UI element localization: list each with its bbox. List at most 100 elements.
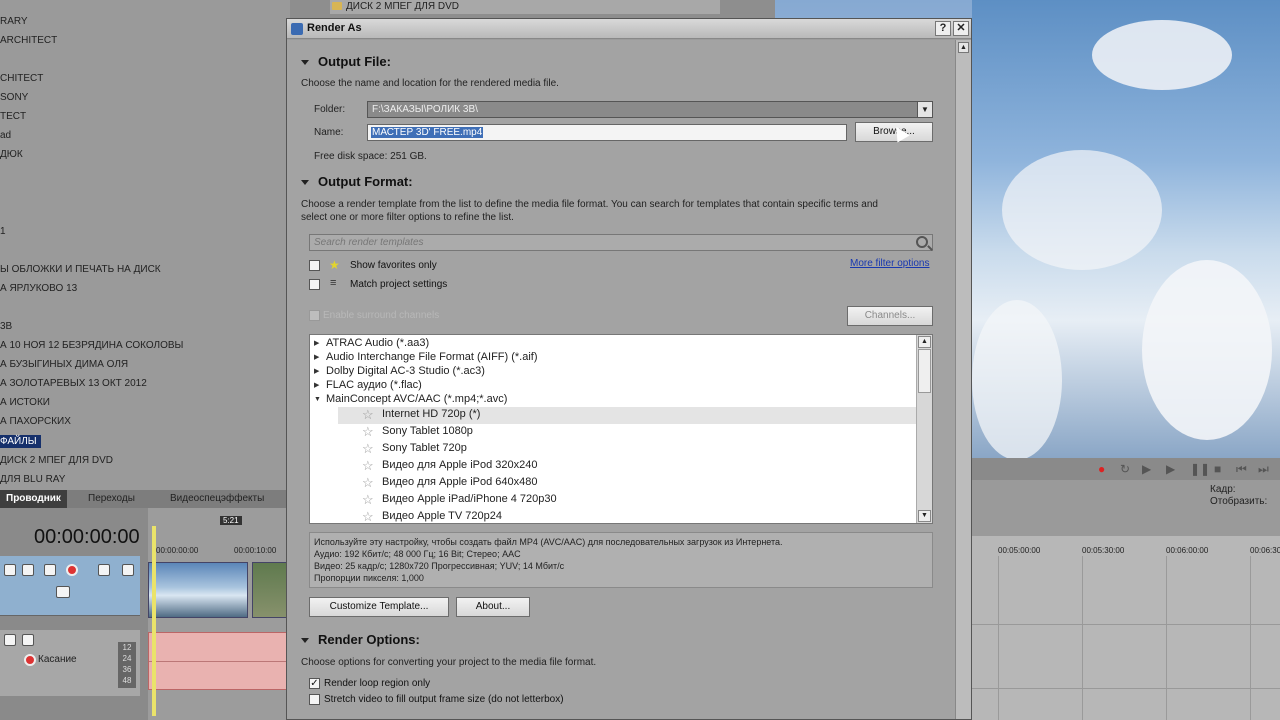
output-format-heading[interactable]: Output Format: [301,174,413,189]
explorer-item[interactable]: 3В [0,321,12,332]
show-favorites-checkbox[interactable] [309,260,320,271]
favorite-star-icon[interactable]: ☆ [362,424,374,439]
more-filter-options-link[interactable]: More filter options [850,258,929,269]
render-options-heading[interactable]: Render Options: [301,632,420,647]
tab-video-fx[interactable]: Видеоспецэффекты [170,493,264,504]
explorer-item[interactable]: ДЮК [0,149,23,160]
template-tree[interactable]: ▲ ▼ ▶ ATRAC Audio (*.aa3) ▶ Audio Interchan… [309,334,933,524]
template-label: Видео для Apple iPod 320x240 [382,459,538,471]
collapse-icon[interactable] [301,60,309,66]
chevron-right-icon[interactable]: ▶ [314,336,319,351]
surround-checkbox[interactable] [309,310,320,321]
template-label: Sony Tablet 720p [382,442,467,454]
scroll-thumb[interactable] [918,349,931,393]
favorite-star-icon[interactable]: ☆ [362,441,374,456]
dialog-titlebar[interactable]: Render As ? ✕ [287,19,971,39]
loop-region-checkbox[interactable]: ✓ [309,678,320,689]
explorer-item[interactable]: Ы ОБЛОЖКИ И ПЕЧАТЬ НА ДИСК [0,264,161,275]
customize-template-button[interactable]: Customize Template... [309,597,449,617]
favorite-star-icon[interactable]: ☆ [362,458,374,473]
dialog-scrollbar[interactable]: ▲ [955,40,971,719]
next-frame-icon[interactable]: ⏭ [1258,463,1270,475]
chevron-down-icon[interactable]: ▼ [314,392,321,407]
render-options-desc: Choose options for converting your proje… [301,657,597,668]
template-row[interactable]: ☆ Видео для Apple iPod 320x240 [310,458,916,475]
favorite-star-icon[interactable]: ☆ [362,509,374,523]
about-button[interactable]: About... [456,597,530,617]
explorer-item[interactable]: CHITECT [0,73,43,84]
favorite-star-icon[interactable]: ☆ [362,492,374,507]
playhead[interactable] [152,526,156,716]
loop-icon[interactable]: ↻ [1120,463,1132,475]
template-row[interactable]: ☆ Sony Tablet 720p [310,441,916,458]
track-button[interactable] [4,634,16,646]
channels-button[interactable]: Channels... [847,306,933,326]
folder-combo[interactable]: F:\ЗАКАЗЫ\РОЛИК 3В\ ▼ [367,101,933,118]
chevron-right-icon[interactable]: ▶ [314,364,319,379]
mute-icon[interactable] [98,564,110,576]
collapse-icon[interactable] [301,638,309,644]
chevron-right-icon[interactable]: ▶ [314,350,319,365]
template-row[interactable]: ☆ Видео Apple TV 720p24 [310,509,916,523]
template-row[interactable]: ☆ Sony Tablet 1080p [310,424,916,441]
play-icon[interactable]: ▶ [1166,463,1178,475]
explorer-item[interactable]: 1 [0,226,6,237]
equals-icon: ≡ [330,277,337,289]
explorer-item[interactable]: ad [0,130,11,141]
close-button[interactable]: ✕ [953,21,969,36]
explorer-item[interactable]: ARCHITECT [0,35,57,46]
tree-scrollbar[interactable]: ▲ ▼ [916,335,932,523]
search-icon[interactable] [916,236,928,248]
name-field[interactable]: МАСТЕР 3D' FREE.mp4 [367,124,847,141]
explorer-item[interactable]: А ЗОЛОТАРЕВЫХ 13 ОКТ 2012 [0,378,147,389]
favorite-star-icon[interactable]: ☆ [362,475,374,490]
chevron-right-icon[interactable]: ▶ [314,378,319,393]
tab-explorer[interactable]: Проводник [0,490,67,508]
timecode-display: 00:00:00:00 [34,526,140,548]
help-button[interactable]: ? [935,21,951,36]
solo-icon[interactable] [122,564,134,576]
video-clip[interactable] [148,562,248,618]
search-input[interactable]: Search render templates [309,234,933,251]
explorer-item[interactable]: А ЯРЛУКОВО 13 [0,283,77,294]
tab-transitions[interactable]: Переходы [88,493,135,504]
explorer-item[interactable]: ФАЙЛЫ [0,435,41,448]
stretch-video-checkbox[interactable] [309,694,320,705]
output-file-heading[interactable]: Output File: [301,54,391,69]
chevron-down-icon[interactable]: ▼ [917,102,932,117]
fx-knob-icon[interactable] [24,654,36,666]
explorer-item[interactable]: RARY [0,16,28,27]
template-row[interactable]: ☆ Видео для Apple iPod 640x480 [310,475,916,492]
record-icon[interactable]: ● [1098,463,1110,475]
track-button[interactable] [22,564,34,576]
track-button[interactable] [44,564,56,576]
explorer-item[interactable]: А ПАХОРСКИХ [0,416,71,427]
prev-frame-icon[interactable]: ⏮ [1236,463,1248,475]
video-clip[interactable] [252,562,288,618]
template-row[interactable]: ☆ Internet HD 720p (*) [338,407,916,424]
template-row[interactable]: ☆ Видео Apple iPad/iPhone 4 720p30 [310,492,916,509]
explorer-item[interactable]: ДЛЯ BLU RAY [0,474,65,485]
scroll-up-icon[interactable]: ▲ [958,42,969,53]
match-project-checkbox[interactable] [309,279,320,290]
explorer-item[interactable]: А БУЗЫГИНЫХ ДИМА ОЛЯ [0,359,128,370]
fx-knob-icon[interactable] [66,564,78,576]
explorer-item[interactable]: SONY [0,92,28,103]
scroll-down-icon[interactable]: ▼ [918,510,931,522]
explorer-item[interactable]: ДИСК 2 МПЕГ ДЛЯ DVD [0,455,113,466]
pause-icon[interactable]: ❚❚ [1190,463,1210,475]
collapse-icon[interactable] [301,180,309,186]
explorer-item[interactable]: А ИСТОКИ [0,397,50,408]
template-info: Используйте эту настройку, чтобы создать… [309,532,933,588]
track-button[interactable] [4,564,16,576]
favorite-star-icon[interactable]: ☆ [362,407,374,422]
track-button[interactable] [22,634,34,646]
stop-icon[interactable]: ■ [1214,463,1226,475]
play-from-start-icon[interactable]: ▶ [1142,463,1154,475]
scroll-up-icon[interactable]: ▲ [918,336,931,348]
level-slider-handle[interactable] [56,586,70,598]
explorer-item[interactable]: А 10 НОЯ 12 БЕЗРЯДИНА СОКОЛОВЫ [0,340,183,351]
explorer-item[interactable]: TECT [0,111,26,122]
audio-clip[interactable] [148,632,288,690]
top-folder-path[interactable]: ДИСК 2 МПЕГ ДЛЯ DVD [330,0,720,14]
